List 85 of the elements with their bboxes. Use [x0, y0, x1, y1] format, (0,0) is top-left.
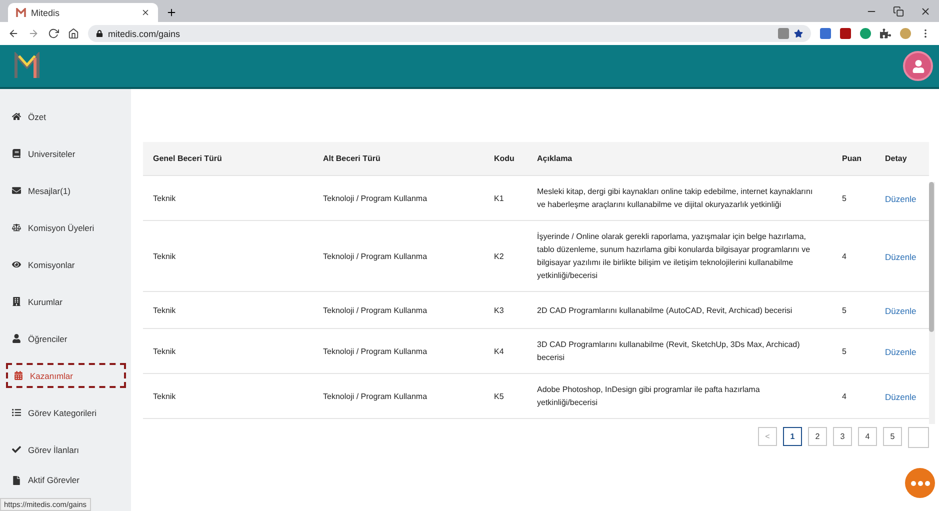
user-icon [12, 334, 21, 343]
home-icon [12, 112, 21, 121]
column-header: Kodu [493, 154, 516, 163]
sidebar-item[interactable]: Aktif Görevler [0, 468, 131, 492]
page-button[interactable]: 1 [783, 427, 802, 446]
table-cell-text: Teknoloji / Program Kullanma [322, 346, 428, 358]
table-cell-text: Teknoloji / Program Kullanma [322, 192, 428, 204]
file-icon [12, 476, 21, 484]
column-header: Puan [841, 154, 863, 163]
page-button[interactable]: 2 [808, 427, 827, 446]
new-tab-icon[interactable] [166, 7, 177, 18]
sidebar-item[interactable]: Kazanımlar [6, 363, 126, 388]
edit-link[interactable]: Düzenle [875, 306, 916, 316]
logo-icon [14, 52, 40, 80]
table-cell-text: K5 [493, 390, 505, 402]
table-cell-text: 2D CAD Programlarını kullanabilme (AutoCAD, Revit, Archicad) becerisi [536, 304, 794, 316]
building-icon [12, 297, 21, 306]
chat-button[interactable] [905, 468, 935, 498]
extension-icon[interactable] [860, 28, 871, 39]
edit-link[interactable]: Düzenle [875, 392, 916, 402]
lock-icon [96, 30, 103, 37]
close-icon[interactable] [920, 6, 931, 16]
table-cell-text: Teknik [152, 192, 177, 204]
table-cell-text: Teknik [152, 250, 177, 262]
table-cell-text: 4 [841, 390, 848, 402]
table-cell-text: 4 [841, 250, 848, 262]
column-header: Açıklama [536, 154, 574, 163]
calendar-icon [14, 371, 23, 380]
close-icon[interactable] [141, 8, 150, 17]
sidebar-item[interactable]: Universiteler [0, 135, 131, 172]
restore-icon[interactable] [893, 6, 904, 16]
table-cell-text: K4 [493, 346, 505, 358]
table-cell-text: Mesleki kitap, dergi gibi kaynakları online takip edebilme, internet kaynaklarını ve haberleşme araçlarını kullanabilme ve dijital okuryazarlık yetkinliği [536, 186, 814, 211]
table-cell-text: Teknoloji / Program Kullanma [322, 304, 428, 316]
address-bar[interactable]: mitedis.com/gains [88, 25, 811, 42]
sidebar-item[interactable]: Komisyonlar [0, 246, 131, 283]
page-button[interactable]: 4 [858, 427, 877, 446]
edit-link[interactable]: Düzenle [875, 194, 916, 204]
page-button[interactable]: 5 [883, 427, 902, 446]
table-cell-text: Teknoloji / Program Kullanma [322, 250, 428, 262]
sidebar-item[interactable]: Görev İlanları [0, 431, 131, 468]
table-cell-text: 3D CAD Programlarını kullanabilme (Revit, SketchUp, 3Ds Max, Archicad) becerisi [536, 339, 801, 364]
book-icon [12, 149, 21, 158]
column-header: Genel Beceri Türü [152, 154, 223, 163]
extension-icon[interactable] [820, 28, 831, 39]
user-avatar[interactable] [903, 51, 933, 81]
table-cell-text: 5 [841, 304, 848, 316]
star-icon[interactable] [794, 29, 803, 38]
sidebar-item[interactable]: Görev Kategorileri [0, 394, 131, 431]
sidebar-item[interactable]: Kurumlar [0, 283, 131, 320]
tab-title: Mitedis [31, 8, 60, 18]
sidebar-item[interactable]: Mesajlar(1) [0, 172, 131, 209]
check-icon [12, 445, 21, 454]
table-cell-text: 5 [841, 346, 848, 358]
eye-icon [12, 260, 21, 269]
page-button[interactable]: 3 [833, 427, 852, 446]
table-cell-text: Teknik [152, 304, 177, 316]
table-cell-text: Teknik [152, 390, 177, 402]
list-icon [12, 408, 21, 417]
table-cell-text: Teknik [152, 346, 177, 358]
browser-tab[interactable]: Mitedis [8, 3, 158, 22]
scrollbar[interactable] [929, 182, 935, 424]
table-cell-text: K3 [493, 304, 505, 316]
table-cell-text: İşyerinde / Online olarak gerekli raporlama, yazışmalar için belge hazırlama, tablo düzenleme, sunum hazırlama gibi konularda bilgisayar programlarını ve bilgisayar yazılımı ile birlikte bilişim ve iletişim teknolojilerini kullanabilme yetkinliği/becerisi [536, 231, 812, 282]
table-cell-text: K1 [493, 192, 505, 204]
edit-link[interactable]: Düzenle [875, 252, 916, 262]
table-cell-text: 5 [841, 192, 848, 204]
table-cell-text: K2 [493, 250, 505, 262]
edit-link[interactable]: Düzenle [875, 347, 916, 357]
reload-icon[interactable] [48, 28, 59, 39]
home-icon[interactable] [68, 28, 79, 39]
column-header: Alt Beceri Türü [322, 154, 382, 163]
logo-icon [16, 8, 26, 18]
column-header: Detay [884, 154, 908, 163]
back-icon[interactable] [8, 28, 19, 39]
table-cell-text: Teknoloji / Program Kullanma [322, 390, 428, 402]
table-cell-text: Adobe Photoshop, InDesign gibi programlar ile pafta hazırlama yetkinliği/becerisi [536, 384, 761, 409]
forward-icon[interactable] [28, 28, 39, 39]
puzzle-icon[interactable] [880, 28, 891, 39]
sidebar-item[interactable]: Özet [0, 98, 131, 135]
envelope-icon [12, 186, 21, 195]
scales-icon [12, 223, 21, 232]
sidebar-item[interactable]: Komisyon Üyeleri [0, 209, 131, 246]
extension-icon[interactable] [840, 28, 851, 39]
sidebar-item[interactable]: Öğrenciler [0, 320, 131, 357]
